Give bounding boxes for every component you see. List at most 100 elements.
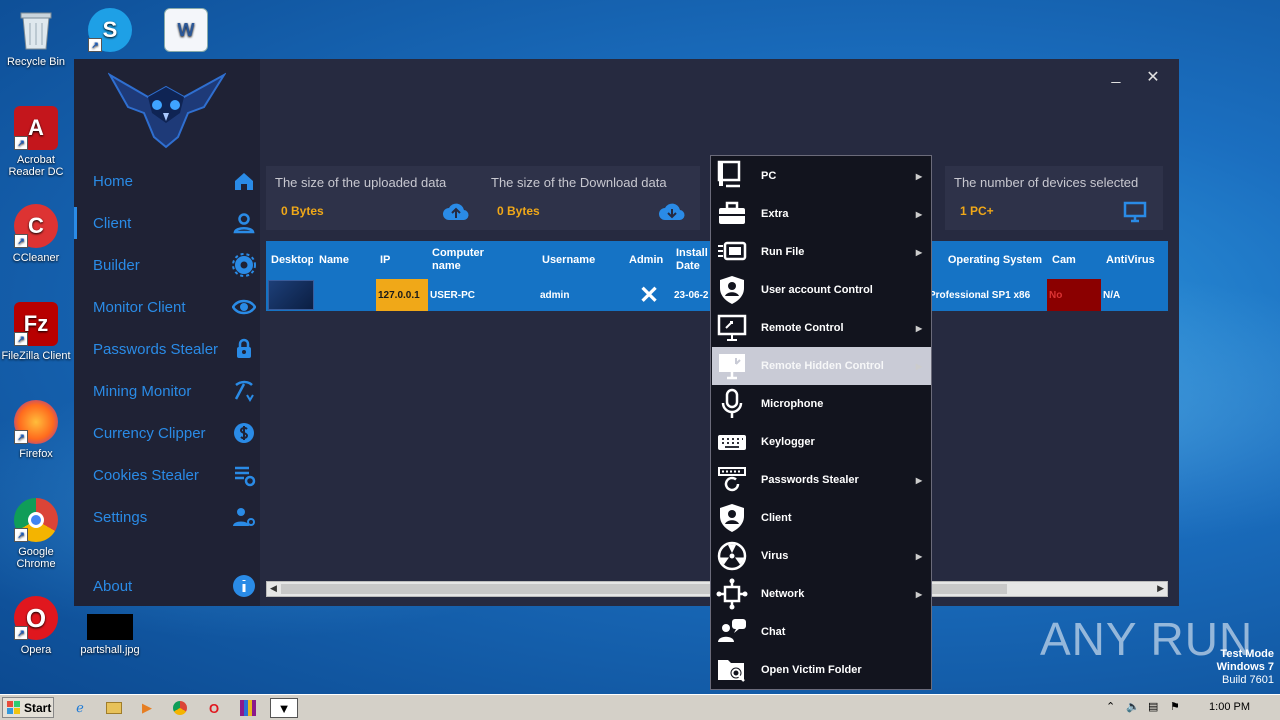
nav-item-about[interactable]: About [74, 568, 260, 604]
menu-item-chat[interactable]: Chat [712, 613, 931, 651]
desktop-icon-chrome[interactable]: ↗ Google Chrome [0, 498, 72, 570]
chrome-icon[interactable] [168, 698, 192, 718]
ie-icon[interactable]: ℯ [68, 698, 92, 718]
menu-item-network[interactable]: Network ▶ [712, 575, 931, 613]
column-header-name[interactable]: Name [319, 241, 369, 279]
menu-item-passwords-stealer[interactable]: Passwords Stealer ▶ [712, 461, 931, 499]
client-context-menu: PC ▶ Extra ▶ Run File ▶ User account Control Re… [710, 155, 932, 690]
pc-icon [716, 160, 748, 192]
menu-item-open-victim-folder[interactable]: Open Victim Folder [712, 651, 931, 689]
desktop-icon-partshall[interactable]: partshall.jpg [74, 614, 146, 656]
column-header-os-label: Operating System [947, 253, 1042, 266]
menu-item-run-file[interactable]: Run File ▶ [712, 233, 931, 271]
scroll-left-icon[interactable]: ◀ [270, 583, 277, 594]
column-header-os[interactable]: Operating System [926, 241, 1042, 279]
nav-item-builder[interactable]: Builder [74, 247, 260, 283]
menu-item-remote-hidden-control[interactable]: Remote Hidden Control ▶ [712, 347, 931, 385]
nav-item-cookies-stealer[interactable]: Cookies Stealer [74, 457, 260, 493]
submenu-arrow-icon: ▶ [915, 361, 922, 371]
menu-item-remote-control[interactable]: Remote Control ▶ [712, 309, 931, 347]
media-player-icon[interactable]: ▶ [135, 698, 159, 718]
column-header-cam[interactable]: Cam [1052, 241, 1092, 279]
system-tray: ⌃ 🔈 ▤ ⚑ 1:00 PM [1102, 697, 1280, 719]
flag-icon[interactable]: ⚑ [1170, 700, 1180, 713]
desktop-icon-filezilla[interactable]: Fz ↗ FileZilla Client [0, 302, 72, 362]
nav-item-home[interactable]: Home [74, 163, 260, 199]
cell-admin: ✕ [634, 279, 664, 311]
stat-title: The size of the uploaded data [275, 175, 447, 190]
column-header-admin[interactable]: Admin [629, 241, 674, 279]
menu-item-extra[interactable]: Extra ▶ [712, 195, 931, 233]
nav-item-client[interactable]: Client [74, 205, 260, 241]
start-button[interactable]: Start [2, 697, 54, 718]
tray-expand-icon[interactable]: ⌃ [1106, 700, 1115, 713]
shortcut-arrow-icon: ↗ [88, 38, 102, 52]
info-icon [232, 574, 256, 598]
nav-item-mining-monitor[interactable]: Mining Monitor [74, 373, 260, 409]
column-header-install-date[interactable]: Install Date [676, 241, 710, 279]
eye-icon [232, 295, 256, 319]
column-header-ip[interactable]: IP [380, 241, 420, 279]
winrar-icon[interactable] [236, 698, 260, 718]
rat-app-window: Home Client Builder Monitor Client Passwords… [74, 59, 1179, 606]
desktop-icon-firefox[interactable]: ↗ Firefox [0, 400, 72, 460]
menu-item-client[interactable]: Client [712, 499, 931, 537]
menu-item-pc[interactable]: PC ▶ [712, 157, 931, 195]
menu-item-label: Extra [761, 208, 789, 220]
nav-item-settings[interactable]: Settings [74, 499, 260, 535]
network-icon[interactable]: ▤ [1148, 700, 1158, 713]
menu-item-label: Chat [761, 626, 786, 638]
submenu-arrow-icon: ▶ [915, 209, 922, 219]
desktop-icon-label: Firefox [19, 448, 53, 460]
remote-hidden-icon [716, 350, 748, 382]
menu-item-virus[interactable]: Virus ▶ [712, 537, 931, 575]
menu-item-keylogger[interactable]: Keylogger [712, 423, 931, 461]
word-document-icon: W [164, 8, 208, 52]
remote-control-icon [716, 312, 748, 344]
scroll-right-icon[interactable]: ▶ [1157, 583, 1164, 594]
gear-icon [232, 253, 256, 277]
volume-icon[interactable]: 🔈 [1126, 700, 1140, 713]
menu-item-label: Passwords Stealer [761, 474, 859, 486]
desktop-icon-ccleaner[interactable]: C ↗ CCleaner [0, 204, 72, 264]
desktop-thumbnail [268, 279, 314, 311]
opera-icon[interactable]: O [202, 698, 226, 718]
cell-ip: 127.0.0.1 [376, 279, 428, 311]
recycle-bin-icon [14, 8, 58, 52]
desktop-icon-word-document[interactable]: W [150, 8, 222, 56]
desktop-icon-skype[interactable]: S ↗ [74, 8, 146, 56]
close-button[interactable]: ✕ [1141, 67, 1165, 87]
acrobat-icon: A ↗ [14, 106, 58, 150]
watermark-line: Windows 7 [1216, 661, 1274, 673]
menu-item-user-account-control[interactable]: User account Control [712, 271, 931, 309]
desktop-icon-recycle-bin[interactable]: Recycle Bin [0, 8, 72, 68]
clock[interactable]: 1:00 PM [1209, 701, 1250, 713]
column-header-antivirus[interactable]: AntiVirus [1106, 241, 1166, 279]
minimize-button[interactable]: _ [1104, 67, 1128, 85]
menu-item-label: User account Control [761, 284, 873, 296]
explorer-icon[interactable] [102, 698, 126, 718]
image-file-icon [87, 614, 133, 640]
sidebar: Home Client Builder Monitor Client Passwords… [74, 59, 260, 606]
desktop-icon-acrobat[interactable]: A ↗ Acrobat Reader DC [0, 106, 72, 178]
menu-item-label: Virus [761, 550, 789, 562]
column-header-desktop[interactable]: Desktop [271, 241, 313, 279]
scrollbar-thumb[interactable] [281, 584, 711, 594]
opera-icon: O ↗ [14, 596, 58, 640]
nav-item-passwords-stealer[interactable]: Passwords Stealer [74, 331, 260, 367]
stat-value: 1 PC+ [960, 204, 994, 218]
nav-item-currency-clipper[interactable]: Currency Clipper [74, 415, 260, 451]
radiation-icon [716, 540, 748, 572]
currency-icon [232, 421, 256, 445]
client-shield-icon [716, 502, 748, 534]
column-header-computer-name[interactable]: Computer name [432, 241, 492, 279]
nav-item-monitor-client[interactable]: Monitor Client [74, 289, 260, 325]
cell-cam: No [1047, 279, 1101, 311]
app-window-icon[interactable]: ▼ [270, 698, 298, 718]
cell-antivirus: N/A [1103, 289, 1121, 301]
network-icon [716, 578, 748, 610]
menu-item-microphone[interactable]: Microphone [712, 385, 931, 423]
desktop-icon-opera[interactable]: O ↗ Opera [0, 596, 72, 656]
watermark-line: Test Mode [1220, 648, 1274, 660]
column-header-username[interactable]: Username [542, 241, 612, 279]
